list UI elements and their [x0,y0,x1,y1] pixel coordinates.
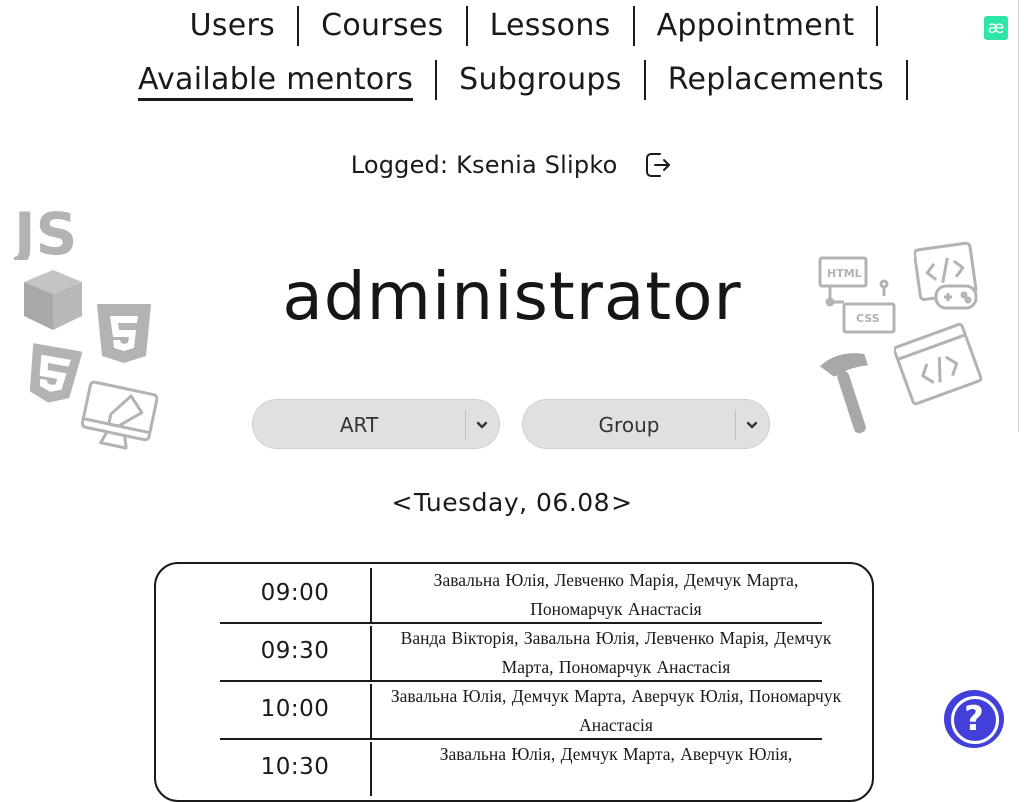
css3-icon [24,343,83,405]
nav-item-appointment[interactable]: Appointment [635,6,879,46]
chevron-down-icon[interactable] [473,416,491,434]
logged-user-label: Logged: Ksenia Slipko [350,151,618,179]
hammer-icon [818,350,884,438]
nav-item-courses[interactable]: Courses [299,6,468,46]
group-select[interactable]: Group [522,399,770,449]
nav-item-available-mentors[interactable]: Available mentors [116,60,438,101]
available-mentors-list: Ванда Вікторія, Завальна Юлія, Левченко … [400,628,832,677]
group-select-value: Group [598,413,660,437]
page-title: administrator [282,258,742,335]
svg-text:JS: JS [14,200,77,260]
slot-time: 10:00 [260,696,330,722]
available-mentors-list: Завальна Юлія, Демчук Марта, Аверчук Юлі… [390,686,842,735]
logged-user-bar: Logged: Ksenia Slipko [0,150,1024,180]
nav-item-label: Subgroups [459,62,622,97]
nav-row-main: Users Courses Lessons Appointment [0,6,1024,46]
slot-time: 10:30 [260,754,330,780]
help-button[interactable]: ? [944,690,1004,748]
extension-logo-icon[interactable]: æ [984,16,1008,40]
course-select[interactable]: ART [252,399,500,449]
current-date: Tuesday, 06.08 [413,488,611,517]
nav-item-label: Available mentors [137,62,414,101]
scrollbar-track[interactable] [1018,0,1019,432]
slot-time: 09:30 [260,638,330,664]
available-mentors-list: Завальна Юлія, Демчук Марта, Аверчук Юлі… [439,744,793,764]
nav-item-replacements[interactable]: Replacements [646,60,909,100]
select-separator [735,410,736,440]
column-divider [370,684,372,738]
slot-time: 09:00 [260,580,330,606]
date-navigator: <Tuesday, 06.08> [0,488,1024,517]
prev-day-button[interactable]: < [390,488,413,517]
column-divider [370,742,372,796]
course-select-value: ART [339,413,379,437]
help-button-label: ? [964,699,984,739]
column-divider [370,568,372,622]
nav-item-lessons[interactable]: Lessons [468,6,635,46]
js-icon: JS [14,198,84,260]
available-mentors-list: Завальна Юлія, Левченко Марія, Демчук Ма… [433,570,799,619]
next-day-button[interactable]: > [610,488,633,517]
logout-icon[interactable] [643,150,673,180]
nav-item-label: Users [189,8,276,43]
table-row: 09:30 Ванда Вікторія, Завальна Юлія, Лев… [220,622,831,682]
table-row: 09:00 Завальна Юлія, Левченко Марія, Дем… [220,564,822,624]
nav-row-secondary: Available mentors Subgroups Replacements [0,60,1024,101]
nav-item-users[interactable]: Users [168,6,300,46]
nav-item-label: Appointment [656,8,855,43]
nav-item-label: Lessons [489,8,611,43]
nav-item-label: Courses [321,8,444,43]
chevron-down-icon[interactable] [743,416,761,434]
nav-item-label: Replacements [667,62,885,97]
table-row: 10:30 Завальна Юлія, Демчук Марта, Аверч… [220,738,822,796]
column-divider [370,626,372,680]
nav-item-subgroups[interactable]: Subgroups [437,60,646,100]
monitor-design-icon [80,380,158,458]
table-row: 10:00 Завальна Юлія, Демчук Марта, Аверч… [220,680,841,740]
select-separator [465,410,466,440]
mentors-schedule-table: 09:00 Завальна Юлія, Левченко Марія, Дем… [154,562,874,802]
